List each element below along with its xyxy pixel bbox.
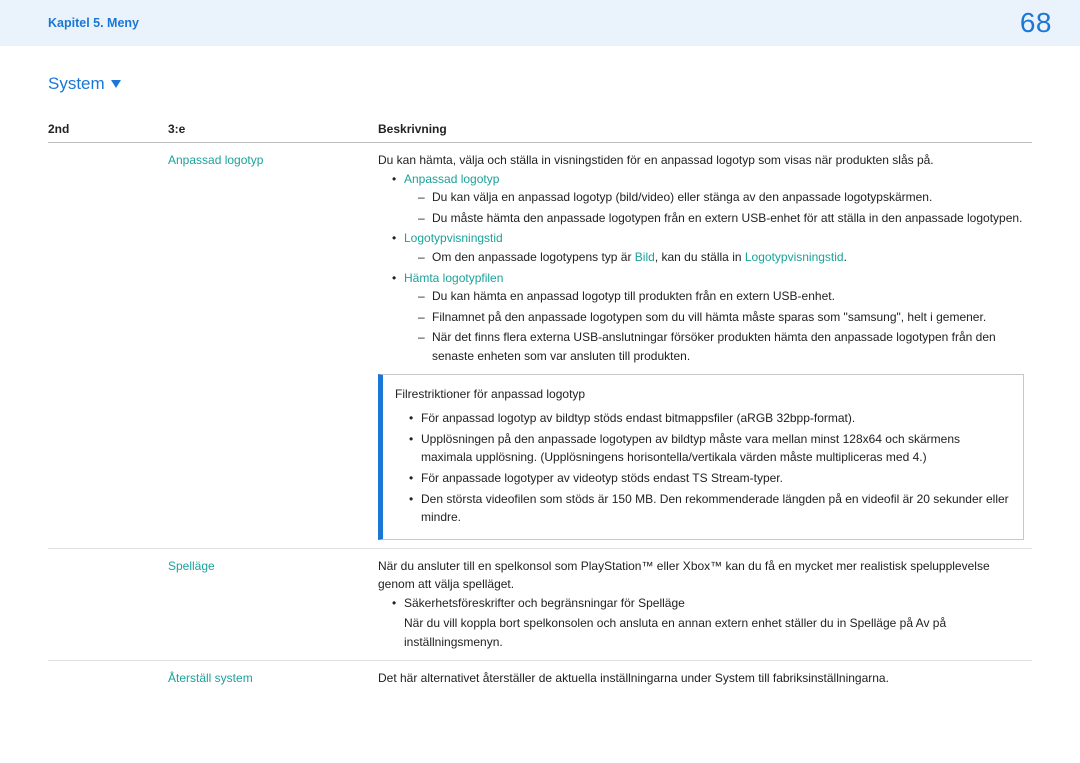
list-item: Om den anpassade logotypens typ är Bild,…: [418, 248, 1024, 267]
cell-2nd: [48, 548, 168, 660]
cell-3e: Anpassad logotyp: [168, 143, 378, 549]
sub-list: Du kan hämta en anpassad logotyp till pr…: [404, 287, 1024, 365]
sub-list: Du kan välja en anpassad logotyp (bild/v…: [404, 188, 1024, 227]
chapter-label: Kapitel 5. Meny: [48, 16, 139, 30]
header-2nd: 2nd: [48, 116, 168, 143]
setting-name: Spelläge: [168, 559, 215, 573]
cell-3e: Återställ system: [168, 660, 378, 695]
list-item: Den största videofilen som stöds är 150 …: [409, 490, 1009, 527]
infobox-title: Filrestriktioner för anpassad logotyp: [395, 385, 1009, 404]
infobox-list: För anpassad logotyp av bildtyp stöds en…: [395, 409, 1009, 527]
paragraph: När du ansluter till en spelkonsol som P…: [378, 557, 1024, 594]
list-item: Upplösningen på den anpassade logotypen …: [409, 430, 1009, 467]
table-row: Spelläge När du ansluter till en spelkon…: [48, 548, 1032, 660]
list-item: För anpassad logotyp av bildtyp stöds en…: [409, 409, 1009, 428]
text-fragment: Om den anpassade logotypens typ är: [432, 250, 635, 264]
header-beskrivning: Beskrivning: [378, 116, 1032, 143]
table-row: Anpassad logotyp Du kan hämta, välja och…: [48, 143, 1032, 549]
intro-text: Du kan hämta, välja och ställa in visnin…: [378, 151, 1024, 170]
cell-2nd: [48, 660, 168, 695]
cell-3e: Spelläge: [168, 548, 378, 660]
cell-description: När du ansluter till en spelkonsol som P…: [378, 548, 1032, 660]
options-list: Anpassad logotyp Du kan välja en anpassa…: [378, 170, 1024, 366]
cell-description: Du kan hämta, välja och ställa in visnin…: [378, 143, 1032, 549]
table-header-row: 2nd 3:e Beskrivning: [48, 116, 1032, 143]
list-item: För anpassade logotyper av videotyp stöd…: [409, 469, 1009, 488]
restrictions-infobox: Filrestriktioner för anpassad logotyp Fö…: [378, 374, 1024, 540]
cell-description: Det här alternativet återställer de aktu…: [378, 660, 1032, 695]
page-content: System 2nd 3:e Beskrivning Anpassad l: [0, 46, 1080, 695]
sub-list: Om den anpassade logotypens typ är Bild,…: [404, 248, 1024, 267]
document-page: Kapitel 5. Meny 68 System 2nd 3:e Beskri…: [0, 0, 1080, 763]
list-item: Hämta logotypfilen Du kan hämta en anpas…: [392, 269, 1024, 366]
bullet-list: Säkerhetsföreskrifter och begränsningar …: [378, 594, 1024, 613]
list-item: Anpassad logotyp Du kan välja en anpassa…: [392, 170, 1024, 228]
setting-name: Anpassad logotyp: [168, 153, 263, 167]
list-item: Logotypvisningstid Om den anpassade logo…: [392, 229, 1024, 266]
list-item: Du kan välja en anpassad logotyp (bild/v…: [418, 188, 1024, 207]
inline-label: Logotypvisningstid: [745, 250, 844, 264]
list-item: Säkerhetsföreskrifter och begränsningar …: [392, 594, 1024, 613]
page-header: Kapitel 5. Meny 68: [0, 0, 1080, 46]
page-number: 68: [1020, 7, 1052, 39]
settings-table: 2nd 3:e Beskrivning Anpassad logotyp Du …: [48, 116, 1032, 695]
section-title: System: [48, 74, 121, 94]
option-label: Hämta logotypfilen: [404, 271, 503, 285]
paragraph: När du vill koppla bort spelkonsolen och…: [378, 614, 1024, 651]
header-3e: 3:e: [168, 116, 378, 143]
list-item: Du kan hämta en anpassad logotyp till pr…: [418, 287, 1024, 306]
list-item: Filnamnet på den anpassade logotypen som…: [418, 308, 1024, 327]
option-label: Anpassad logotyp: [404, 172, 499, 186]
setting-name: Återställ system: [168, 671, 253, 685]
list-item: När det finns flera externa USB-anslutni…: [418, 328, 1024, 365]
table-row: Återställ system Det här alternativet åt…: [48, 660, 1032, 695]
cell-2nd: [48, 143, 168, 549]
text-fragment: .: [844, 250, 847, 264]
list-item: Du måste hämta den anpassade logotypen f…: [418, 209, 1024, 228]
dropdown-triangle-icon: [111, 80, 121, 88]
inline-label: Bild: [635, 250, 655, 264]
text-fragment: , kan du ställa in: [655, 250, 745, 264]
section-title-text: System: [48, 74, 105, 94]
paragraph: Det här alternativet återställer de aktu…: [378, 669, 1024, 688]
option-label: Logotypvisningstid: [404, 231, 503, 245]
